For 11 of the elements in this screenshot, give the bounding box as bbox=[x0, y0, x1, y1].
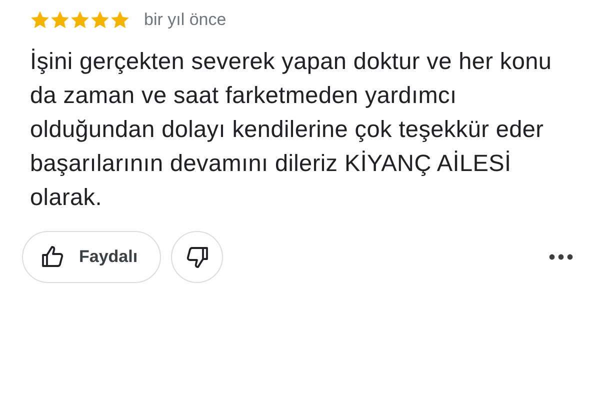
star-icon bbox=[50, 10, 70, 30]
helpful-button[interactable]: Faydalı bbox=[22, 231, 161, 283]
thumbs-up-icon bbox=[41, 245, 65, 269]
more-icon bbox=[548, 253, 574, 261]
star-icon bbox=[90, 10, 110, 30]
review-text: İşini gerçekten severek yapan doktur ve her konu da zaman ve saat farketmeden yardımcı olduğundan dolayı kendilerine çok teşekkür eder başarılarının devamını dileriz KİYANÇ AİLESİ olarak. bbox=[30, 47, 553, 212]
review-time: bir yıl önce bbox=[144, 10, 226, 30]
star-icon bbox=[70, 10, 90, 30]
star-icon bbox=[110, 10, 130, 30]
star-icon bbox=[30, 10, 50, 30]
thumbs-down-icon bbox=[184, 245, 209, 269]
